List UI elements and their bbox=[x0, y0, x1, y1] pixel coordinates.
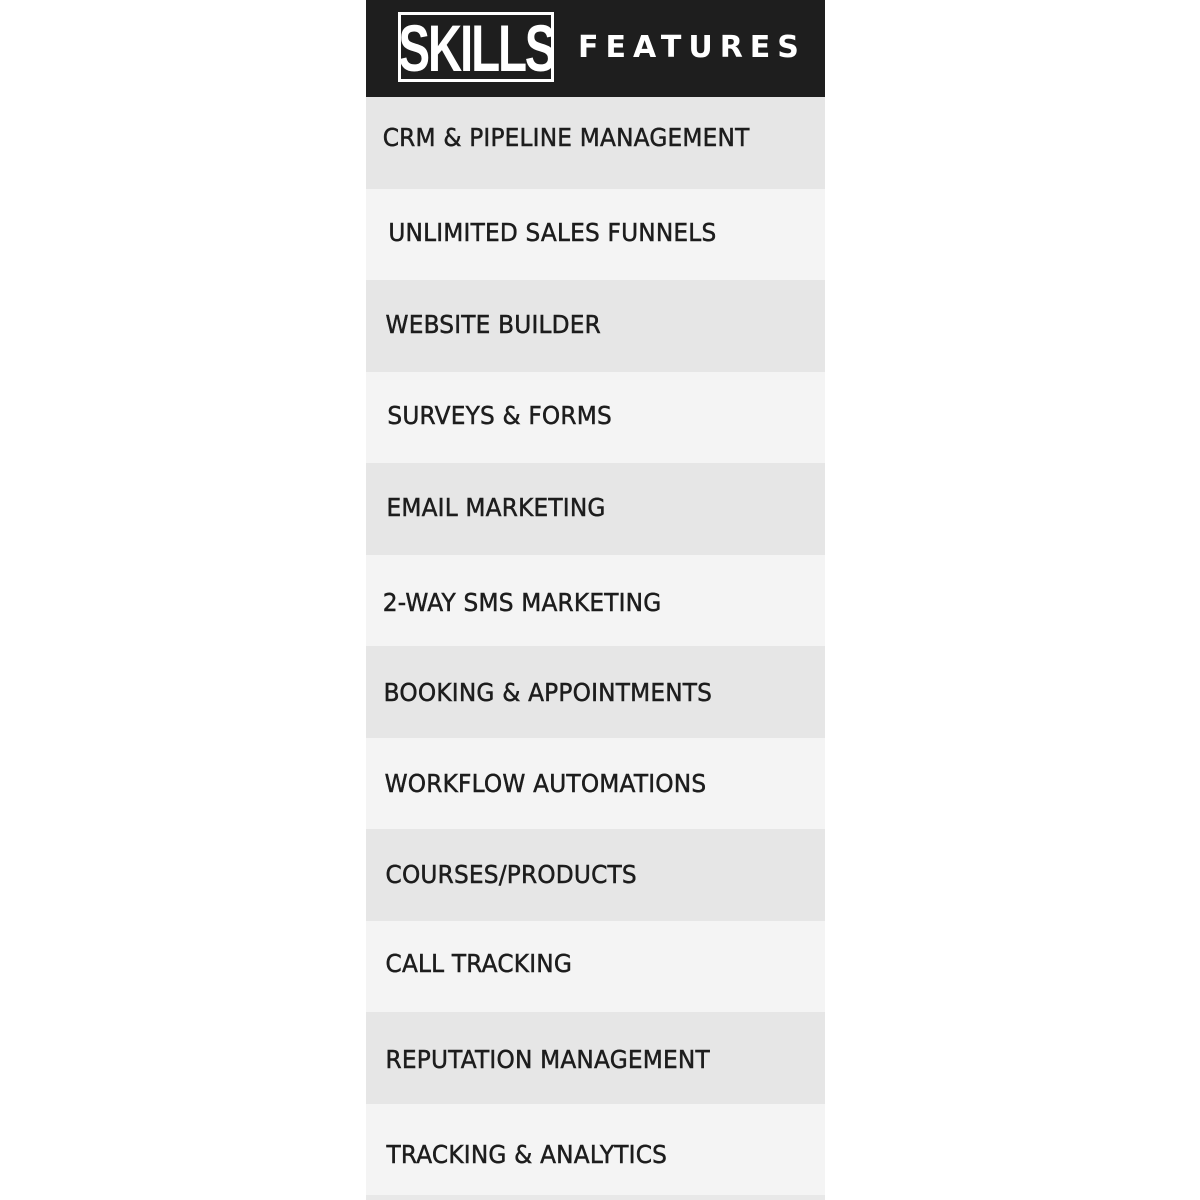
feature-label: 2-WAY SMS MARKETING bbox=[382, 587, 662, 618]
skills-logo: SKILLS bbox=[398, 12, 554, 82]
feature-label: BOOKING & APPOINTMENTS bbox=[383, 678, 713, 708]
feature-row-tracking-analytics: TRACKING & ANALYTICS bbox=[366, 1103, 825, 1195]
feature-label: WEBSITE BUILDER bbox=[385, 310, 601, 340]
feature-row-workflow-automations: WORKFLOW AUTOMATIONS bbox=[366, 737, 825, 829]
feature-row-crm-pipeline: CRM & PIPELINE MANAGEMENT bbox=[366, 97, 825, 189]
feature-label: CALL TRACKING bbox=[385, 948, 573, 979]
feature-row-booking-appointments: BOOKING & APPOINTMENTS bbox=[366, 646, 825, 738]
feature-label: REPUTATION MANAGEMENT bbox=[385, 1045, 710, 1075]
features-list: CRM & PIPELINE MANAGEMENT UNLIMITED SALE… bbox=[366, 97, 825, 1195]
feature-row-reputation-management: REPUTATION MANAGEMENT bbox=[366, 1012, 825, 1104]
feature-label: COURSES/PRODUCTS bbox=[385, 860, 637, 890]
feature-label: TRACKING & ANALYTICS bbox=[386, 1139, 668, 1170]
feature-row-sales-funnels: UNLIMITED SALES FUNNELS bbox=[366, 188, 825, 280]
header-title: FEATURES bbox=[578, 30, 806, 65]
feature-row-courses-products: COURSES/PRODUCTS bbox=[366, 829, 825, 921]
feature-label: EMAIL MARKETING bbox=[386, 493, 606, 523]
feature-label: CRM & PIPELINE MANAGEMENT bbox=[382, 123, 750, 153]
feature-row-website-builder: WEBSITE BUILDER bbox=[366, 280, 825, 372]
features-panel: SKILLS FEATURES CRM & PIPELINE MANAGEMEN… bbox=[366, 0, 825, 1200]
feature-row-email-marketing: EMAIL MARKETING bbox=[366, 463, 825, 555]
feature-row-surveys-forms: SURVEYS & FORMS bbox=[366, 371, 825, 463]
feature-label: SURVEYS & FORMS bbox=[387, 400, 612, 431]
features-header: SKILLS FEATURES bbox=[366, 0, 825, 97]
feature-row-call-tracking: CALL TRACKING bbox=[366, 920, 825, 1012]
feature-row-sms-marketing: 2-WAY SMS MARKETING bbox=[366, 554, 825, 646]
logo-text: SKILLS bbox=[398, 12, 554, 82]
feature-label: WORKFLOW AUTOMATIONS bbox=[384, 768, 707, 799]
feature-label: UNLIMITED SALES FUNNELS bbox=[388, 217, 717, 248]
